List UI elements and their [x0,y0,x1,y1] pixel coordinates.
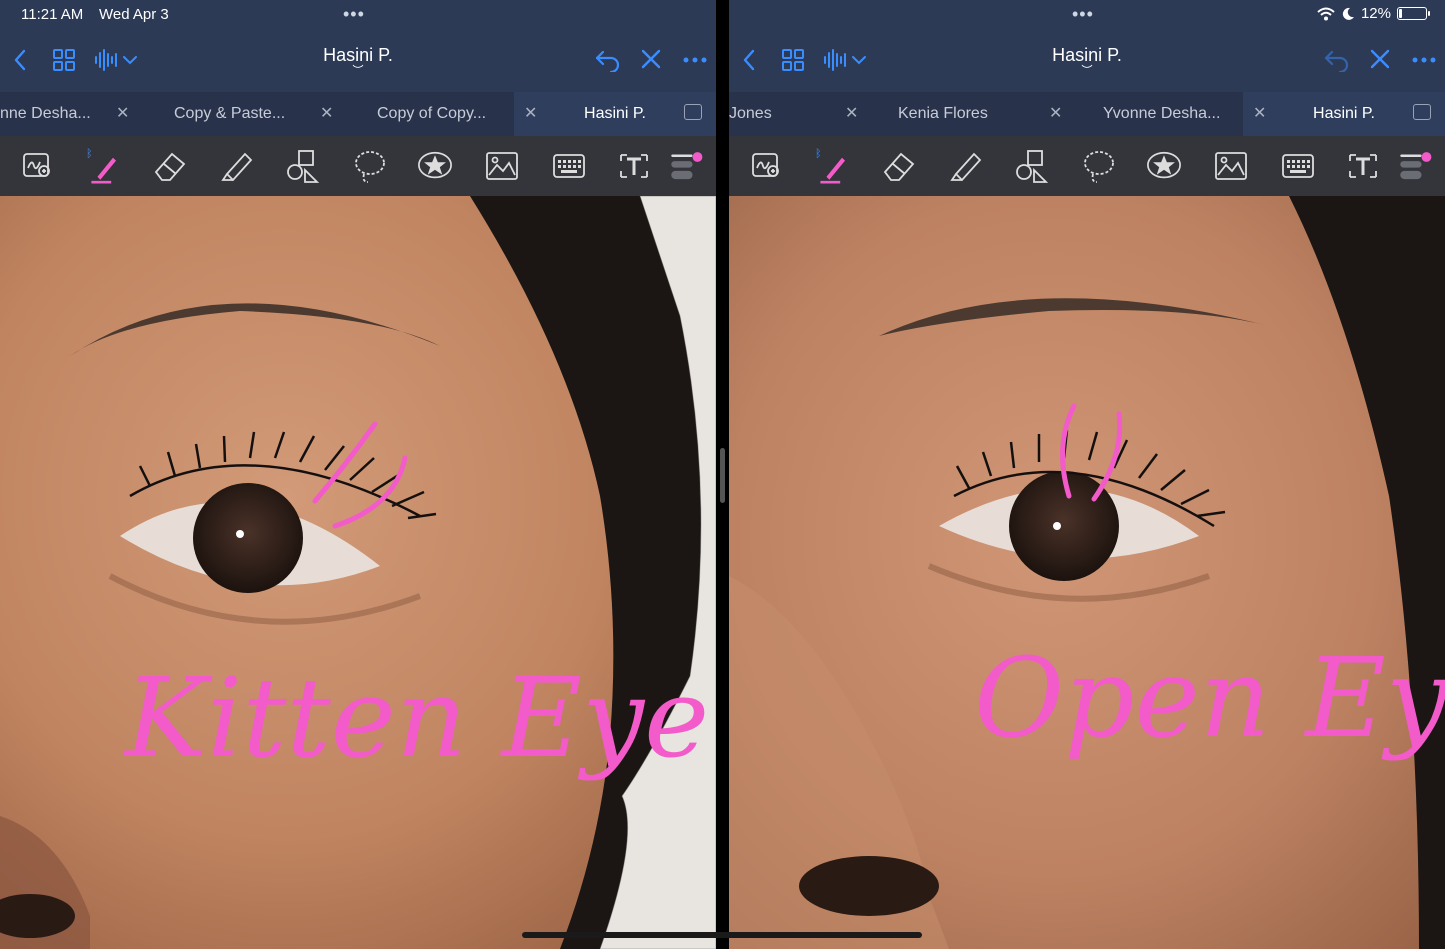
text-icon[interactable] [616,148,652,184]
multitask-dots-right[interactable]: ••• [1072,4,1094,25]
status-right: 12% [1317,5,1430,22]
note-canvas-right[interactable]: Open Eye [729,196,1445,949]
pen-settings-icon[interactable] [1397,148,1433,184]
highlighter-icon[interactable] [219,148,255,184]
sticker-icon[interactable] [1146,148,1182,184]
sticker-icon[interactable] [417,148,453,184]
close-icon[interactable]: ✕ [524,92,537,136]
navbar-right: Hasini P. ︶ [729,30,1445,92]
wifi-icon [1317,7,1335,20]
split-divider[interactable] [716,0,729,949]
svg-text:ᛒ: ᛒ [815,148,821,160]
tab-label[interactable]: Copy & Paste... [174,105,285,122]
toolbar-left: ᛒ [0,136,716,196]
highlighter-icon[interactable] [948,148,984,184]
eraser-icon[interactable] [152,148,188,184]
image-icon[interactable] [1213,148,1249,184]
document-title-text[interactable]: Hasini P. [1052,45,1122,65]
shapes-icon[interactable] [285,148,321,184]
shapes-icon[interactable] [1014,148,1050,184]
note-canvas-left[interactable]: Kitten Eye [0,196,716,949]
split-grip[interactable] [720,448,725,503]
keyboard-icon[interactable] [551,148,587,184]
moon-icon [1342,7,1354,20]
close-icon[interactable]: ✕ [320,92,333,136]
tab-label[interactable]: Hasini P. [584,105,646,122]
split-view-icon[interactable] [1413,104,1431,120]
tab-label[interactable]: Copy of Copy... [377,105,486,122]
more-icon[interactable] [682,48,708,72]
status-bar: 11:21 AM Wed Apr 3 ••• ••• 12% [0,0,1445,30]
tab-label[interactable]: Kenia Flores [898,105,988,122]
svg-text:ᛒ: ᛒ [86,148,92,160]
eraser-icon[interactable] [881,148,917,184]
zoom-lasso-icon[interactable] [20,148,56,184]
battery-icon [1397,7,1430,20]
status-date: Wed Apr 3 [99,6,169,23]
close-icon[interactable]: ✕ [1253,92,1266,136]
split-view-icon[interactable] [684,104,702,120]
tab-doc-2[interactable]: Copy & Paste... [174,92,304,136]
undo-icon[interactable] [1323,48,1351,72]
tab-doc-active[interactable]: ✕ Hasini P. [514,92,716,136]
battery-percent: 12% [1360,5,1391,22]
tab-bar-left: nne Desha... ✕ Copy & Paste... ✕ Copy of… [0,92,716,136]
pen-settings-icon[interactable] [668,148,704,184]
ink-label-right: Open Eye [974,634,1445,762]
pen-icon[interactable]: ᛒ [815,148,851,184]
home-indicator[interactable] [522,932,922,938]
status-time: 11:21 AM [21,6,84,23]
tab-doc-3[interactable]: Copy of Copy... [377,92,507,136]
tab-bar-right: Jones ✕ Kenia Flores ✕ Yvonne Desha... ✕… [729,92,1445,136]
close-icon[interactable]: ✕ [1049,92,1062,136]
pen-icon[interactable]: ᛒ [86,148,122,184]
tab-label[interactable]: Hasini P. [1313,105,1375,122]
left-pane: Hasini P. ︶ nne Desha... ✕ Copy & Paste..… [0,0,716,949]
keyboard-icon[interactable] [1280,148,1316,184]
face-image-right: Open Eye [729,196,1445,949]
tab-label[interactable]: nne Desha... [0,105,91,122]
close-icon[interactable] [640,48,662,70]
toolbar-right: ᛒ [729,136,1445,196]
ink-label-left: Kitten Eye [123,654,709,782]
close-icon[interactable]: ✕ [116,92,129,136]
close-icon[interactable]: ✕ [845,92,858,136]
lasso-icon[interactable] [1081,148,1117,184]
tab-label[interactable]: Jones [729,105,772,122]
close-icon[interactable] [1369,48,1391,70]
image-icon[interactable] [484,148,520,184]
lasso-icon[interactable] [352,148,388,184]
text-icon[interactable] [1345,148,1381,184]
tab-doc-active[interactable]: ✕ Hasini P. [1243,92,1445,136]
tab-doc-2[interactable]: Kenia Flores [898,92,1028,136]
navbar-left: Hasini P. ︶ [0,30,716,92]
face-image-left: Kitten Eye [0,196,716,949]
multitask-dots-left[interactable]: ••• [343,4,365,25]
more-icon[interactable] [1411,48,1437,72]
document-title-text[interactable]: Hasini P. [323,45,393,65]
undo-icon[interactable] [594,48,622,72]
tab-doc-1[interactable]: Jones [729,92,829,136]
tab-label[interactable]: Yvonne Desha... [1103,105,1220,122]
right-pane: Hasini P. ︶ Jones ✕ Kenia Flores ✕ Yvonne… [729,0,1445,949]
tab-doc-3[interactable]: Yvonne Desha... [1103,92,1233,136]
zoom-lasso-icon[interactable] [749,148,785,184]
tab-doc-1[interactable]: nne Desha... [0,92,100,136]
